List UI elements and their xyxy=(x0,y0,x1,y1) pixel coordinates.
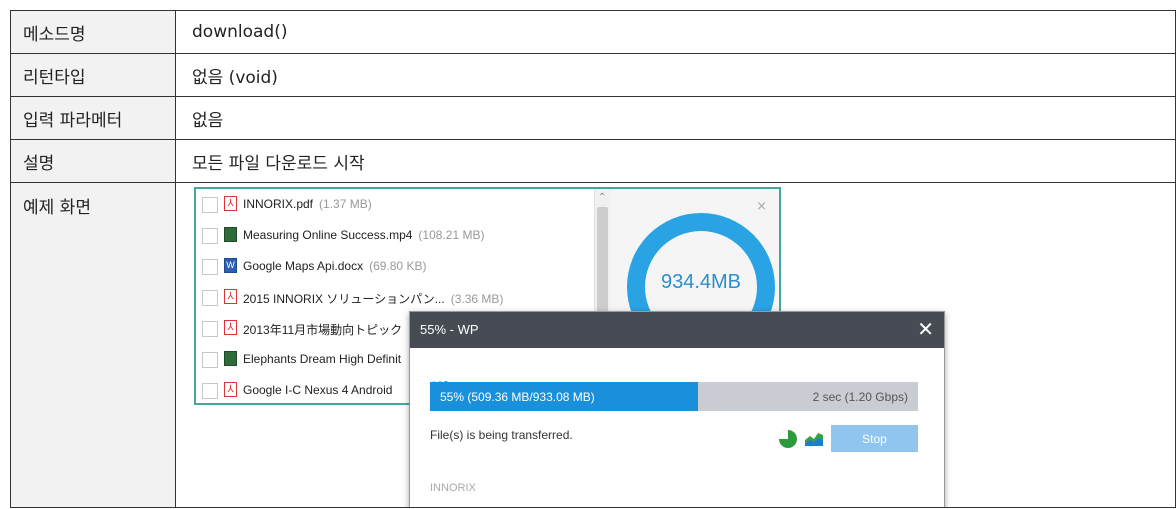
row-value: download() xyxy=(175,10,1176,54)
file-checkbox[interactable] xyxy=(202,290,218,306)
row-label: 메소드명 xyxy=(10,10,176,54)
file-checkbox[interactable] xyxy=(202,259,218,275)
file-checkbox[interactable] xyxy=(202,228,218,244)
file-name: Google Maps Api.docx xyxy=(243,259,364,273)
row-label: 입력 파라메터 xyxy=(10,96,176,140)
example-screen: ⅄ INNORIX.pdf (1.37 MB) Measuring Online … xyxy=(175,182,1176,508)
file-size: (108.21 MB) xyxy=(418,228,485,242)
pie-chart-icon[interactable] xyxy=(779,430,797,448)
dialog-title: 55% - WP xyxy=(420,322,479,337)
close-icon[interactable]: × xyxy=(756,199,767,214)
total-size: 934.4MB xyxy=(660,271,742,293)
row-value: 없음 xyxy=(175,96,1176,140)
doc-icon: W xyxy=(224,258,237,273)
file-item[interactable]: ⅄ INNORIX.pdf (1.37 MB) xyxy=(196,189,594,220)
progress-bar: 55% (509.36 MB/933.08 MB) 2 sec (1.20 Gb… xyxy=(430,382,918,411)
file-size: (1.37 MB) xyxy=(319,197,372,211)
status-text: File(s) is being transferred. xyxy=(430,428,573,442)
row-method: 메소드명 download() xyxy=(10,10,1176,54)
chevron-up-icon[interactable]: ⌃ xyxy=(598,192,606,203)
video-icon xyxy=(224,351,237,366)
rate-text: 2 sec (1.20 Gbps) xyxy=(812,390,908,404)
row-value: 모든 파일 다운로드 시작 xyxy=(175,139,1176,183)
file-checkbox[interactable] xyxy=(202,321,218,337)
file-name: Google I-C Nexus 4 Android xyxy=(243,383,393,397)
row-label: 리턴타입 xyxy=(10,53,176,97)
file-checkbox[interactable] xyxy=(202,383,218,399)
row-desc: 설명 모든 파일 다운로드 시작 xyxy=(10,139,1176,183)
row-return: 리턴타입 없음 (void) xyxy=(10,53,1176,97)
row-label: 설명 xyxy=(10,139,176,183)
file-checkbox[interactable] xyxy=(202,197,218,213)
file-item[interactable]: Measuring Online Success.mp4 (108.21 MB) xyxy=(196,220,594,251)
brand-label: INNORIX xyxy=(430,482,476,494)
pdf-icon: ⅄ xyxy=(224,382,237,397)
pdf-icon: ⅄ xyxy=(224,320,237,335)
dialog-titlebar: 55% - WP ✕ xyxy=(410,312,944,348)
pdf-icon: ⅄ xyxy=(224,289,237,304)
pdf-icon: ⅄ xyxy=(224,196,237,211)
close-icon[interactable]: ✕ xyxy=(917,317,934,342)
file-item[interactable]: W Google Maps Api.docx (69.80 KB) xyxy=(196,251,594,282)
row-example: 예제 화면 ⅄ INNORIX.pdf (1.37 MB) Measuring O… xyxy=(10,182,1176,508)
row-params: 입력 파라메터 없음 xyxy=(10,96,1176,140)
row-value: 없음 (void) xyxy=(175,53,1176,97)
spec-table: 메소드명 download() 리턴타입 없음 (void) 입력 파라메터 없… xyxy=(10,10,1176,508)
file-name: INNORIX.pdf xyxy=(243,197,314,211)
file-name: Elephants Dream High Definit xyxy=(243,352,402,366)
file-name: Measuring Online Success.mp4 xyxy=(243,228,413,242)
file-name: 2013年11月市場動向トピック xyxy=(243,323,403,337)
file-name: 2015 INNORIX ソリューションパン... xyxy=(243,292,445,306)
progress-text: 55% (509.36 MB/933.08 MB) xyxy=(440,390,595,404)
file-checkbox[interactable] xyxy=(202,352,218,368)
video-icon xyxy=(224,227,237,242)
transfer-dialog: 55% - WP ✕ 55% (509.36 MB/933.08 MB) 2 s… xyxy=(409,311,945,507)
file-item[interactable]: ⅄ 2015 INNORIX ソリューションパン... (3.36 MB) xyxy=(196,282,594,313)
stop-button[interactable]: Stop xyxy=(831,425,918,452)
scrollbar-thumb[interactable] xyxy=(597,207,608,327)
file-size: (69.80 KB) xyxy=(369,259,427,273)
graph-icon[interactable] xyxy=(805,430,823,446)
file-size: (3.36 MB) xyxy=(450,292,504,306)
row-label: 예제 화면 xyxy=(10,182,176,508)
